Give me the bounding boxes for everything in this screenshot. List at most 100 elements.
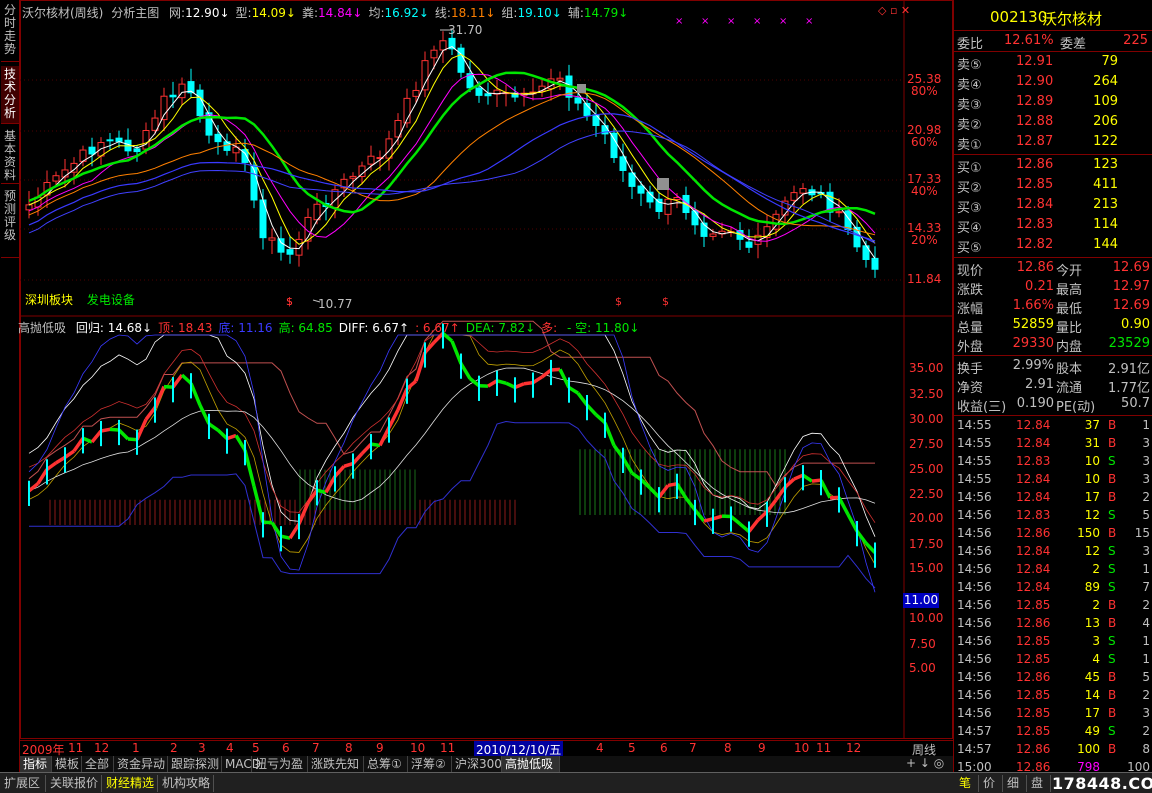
fund-label: 流通 <box>1056 381 1083 396</box>
sub-indicator-name[interactable]: 高抛低吸 <box>18 321 66 335</box>
left-tab-label: 技术分析 <box>3 67 16 120</box>
sub-indicator-3: 高: 64.85 <box>278 321 333 335</box>
bid-volume: 144 <box>1093 237 1118 252</box>
bottom-button-1[interactable]: 关联报价 <box>46 775 102 792</box>
quote-tab-3[interactable]: 盘 <box>1027 775 1051 792</box>
quote-row: 卖③ 12.89 109 <box>954 93 1152 113</box>
quote-tab-1[interactable]: 价 <box>979 775 1003 792</box>
tick-price: 12.84 <box>1016 436 1051 450</box>
trend-segment <box>405 379 418 390</box>
tick-time: 14:56 <box>957 634 992 648</box>
tick-count: 4 <box>1142 616 1150 630</box>
tick-price: 12.85 <box>1016 598 1051 612</box>
tick-volume: 12 <box>1084 508 1100 522</box>
tick-count: 2 <box>1142 598 1150 612</box>
tick-count: 3 <box>1142 472 1150 486</box>
tick-side: B <box>1108 490 1117 504</box>
main-axis-pct: 80% <box>911 84 938 98</box>
candle-body <box>268 237 276 241</box>
quote-row: 14:56 12.85 2 B 2 <box>954 597 1152 615</box>
trend-segment <box>585 403 598 416</box>
indicator-tab-5[interactable]: MACD <box>222 756 261 772</box>
indicator-tab-label: 跟踪探测 <box>171 757 220 771</box>
chart-area[interactable]: $ $ $ $ × × × × × × 沃尔核材(周线) 分析主图 网:12.90↓ 型:14.09… <box>18 0 953 756</box>
ask-volume: 264 <box>1093 74 1118 89</box>
date-label: 10 <box>794 741 810 755</box>
candle-body <box>133 148 141 153</box>
ask-label: 卖② <box>957 118 982 133</box>
bid-price: 12.84 <box>1016 197 1054 212</box>
indicator-tab-9[interactable]: 浮筹② <box>408 756 452 772</box>
quote-row: 14:56 12.84 17 B 2 <box>954 489 1152 507</box>
indicator-tab-0[interactable]: 指标 <box>20 756 52 772</box>
main-template[interactable]: 分析主图 <box>111 6 159 20</box>
left-tab-2[interactable]: 基本资料 <box>1 128 19 184</box>
tick-price: 12.85 <box>1016 688 1051 702</box>
bottom-button-label: 机构攻略 <box>162 776 211 790</box>
bid-label: 买③ <box>957 201 982 216</box>
tick-time: 14:57 <box>957 724 992 738</box>
tick-count: 1 <box>1142 652 1150 666</box>
trend-segment <box>127 437 138 442</box>
tick-time: 14:56 <box>957 706 992 720</box>
fund-value: 2.91 <box>1025 377 1054 392</box>
quote-tab-2[interactable]: 细 <box>1003 775 1027 792</box>
gray-block <box>657 178 669 190</box>
quote-row: 现价 12.86 今开 12.69 <box>954 259 1152 279</box>
main-axis-pct: 40% <box>911 184 938 198</box>
tick-side: B <box>1108 616 1117 630</box>
bottom-button-3[interactable]: 机构攻略 <box>158 775 214 792</box>
sub-axis-label: 35.00 <box>909 361 944 375</box>
tick-count: 3 <box>1142 706 1150 720</box>
trend-segment <box>802 473 813 483</box>
candle-body <box>655 198 663 212</box>
indicator-tab-6[interactable]: 扭亏为盈 <box>252 756 308 772</box>
tick-count: 2 <box>1142 724 1150 738</box>
candle-body <box>349 175 357 179</box>
trend-segment <box>163 384 174 389</box>
sub-indicator-6: DEA: 7.82↓ <box>465 321 536 335</box>
indicator-tab-3[interactable]: 资金异动 <box>114 756 168 772</box>
trend-segment <box>729 515 742 526</box>
indicator-tab-label: 浮筹② <box>411 757 446 771</box>
left-tab-label: 基本资料 <box>3 129 16 182</box>
indicator-tab-1[interactable]: 模板 <box>52 756 82 772</box>
left-tab-label: 预测评级 <box>3 189 16 242</box>
trend-segment <box>532 375 543 385</box>
quote-row: 14:56 12.84 12 S 3 <box>954 543 1152 561</box>
watermark: 178448.COM <box>1052 774 1152 793</box>
left-tab-0[interactable]: 分时走势 <box>1 2 19 62</box>
scroll-arrows[interactable]: + ↓ ◎ <box>906 756 944 770</box>
quote-tab-0[interactable]: 笔 <box>955 775 979 792</box>
quote-row: 14:57 12.86 100 B 8 <box>954 741 1152 759</box>
indicator-tab-7[interactable]: 涨跌先知 <box>308 756 364 772</box>
tick-price: 12.85 <box>1016 634 1051 648</box>
indicator-tab-10[interactable]: 沪深300 <box>452 756 502 772</box>
fund-value: 1.77亿 <box>1108 381 1150 396</box>
indicator-tab-8[interactable]: 总筹① <box>364 756 408 772</box>
tick-volume: 45 <box>1084 670 1100 684</box>
quote-row: 买⑤ 12.82 144 <box>954 236 1152 256</box>
tick-price: 12.84 <box>1016 490 1051 504</box>
main-indicator-label: 网: <box>169 6 186 20</box>
main-indicator-label: 粪: <box>301 6 319 20</box>
bottom-button-0[interactable]: 扩展区 <box>0 775 46 792</box>
tick-price: 12.84 <box>1016 580 1051 594</box>
sector-label[interactable]: 深圳板块 发电设备 <box>25 291 135 308</box>
indicator-tab-11[interactable]: 高抛低吸 <box>502 756 560 772</box>
bottom-button-2[interactable]: 财经精选 <box>102 775 158 792</box>
indicator-tab-4[interactable]: 跟踪探测 <box>168 756 222 772</box>
tick-count: 3 <box>1142 454 1150 468</box>
bottom-band <box>29 420 876 589</box>
quote-value: 12.86 <box>1016 260 1054 275</box>
tick-price: 12.83 <box>1016 454 1051 468</box>
kline-svg[interactable]: $ $ $$× × × × × × <box>20 0 953 756</box>
indicator-tab-2[interactable]: 全部 <box>82 756 114 772</box>
left-tab-1[interactable]: 技术分析 <box>1 66 19 124</box>
left-tab-3[interactable]: 预测评级 <box>1 188 19 258</box>
window-controls[interactable]: ◇ ▫ ✕ <box>878 4 910 17</box>
sub-indicator-5: : 6.67↑ <box>415 321 460 335</box>
candle-body <box>610 132 618 159</box>
top-marker: × <box>675 16 683 27</box>
signal-marker: $ <box>615 295 622 308</box>
